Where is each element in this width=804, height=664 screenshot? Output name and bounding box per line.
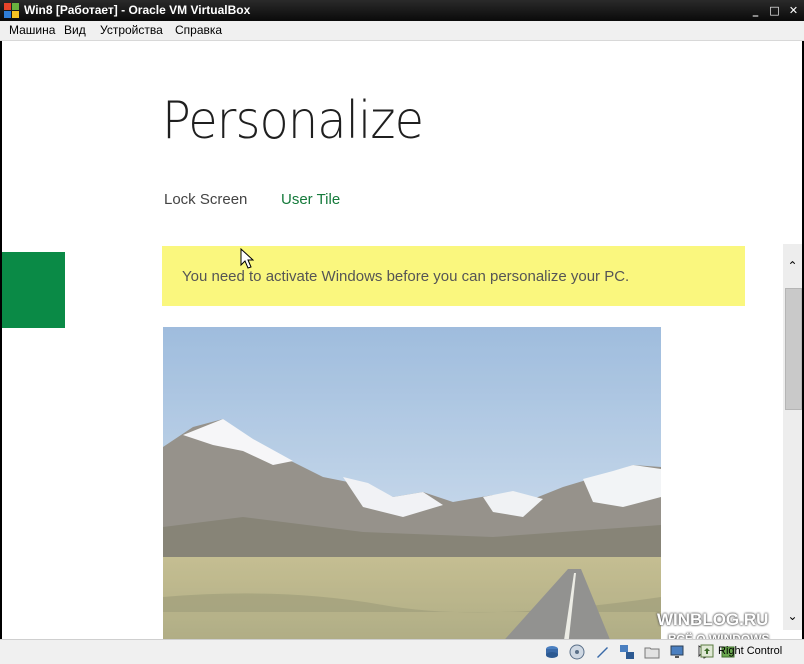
status-bar: Right Control: [0, 639, 804, 664]
minimize-button[interactable]: _: [748, 4, 763, 18]
tab-user-tile[interactable]: User Tile: [281, 191, 340, 208]
host-key-label: Right Control: [718, 645, 783, 657]
watermark-site: WINBLOG.RU: [657, 610, 769, 629]
accent-tile: [2, 252, 65, 328]
window-title: Win8 [Работает] - Oracle VM VirtualBox: [24, 3, 251, 17]
menu-devices[interactable]: Устройства: [100, 23, 163, 37]
shared-folder-icon[interactable]: [644, 644, 660, 660]
cd-icon[interactable]: [569, 644, 585, 660]
menu-machine[interactable]: Машина: [9, 23, 55, 37]
virtualbox-icon: [4, 3, 19, 18]
menu-help[interactable]: Справка: [175, 23, 222, 37]
scroll-up-icon[interactable]: ⌃: [783, 258, 802, 275]
activation-message: You need to activate Windows before you …: [182, 268, 630, 285]
tab-lock-screen[interactable]: Lock Screen: [164, 191, 247, 208]
display-icon[interactable]: [669, 644, 685, 660]
maximize-button[interactable]: □: [767, 4, 782, 18]
scroll-thumb[interactable]: [785, 288, 802, 410]
menu-bar: Машина Вид Устройства Справка: [0, 21, 804, 41]
scroll-down-icon[interactable]: ⌄: [783, 608, 802, 625]
window-controls: _ □ ✕: [744, 3, 801, 18]
guest-screen[interactable]: Personalize Lock Screen User Tile You ne…: [2, 41, 802, 639]
menu-view[interactable]: Вид: [64, 23, 86, 37]
close-button[interactable]: ✕: [786, 4, 801, 18]
usb-icon[interactable]: [594, 644, 610, 660]
vertical-scrollbar[interactable]: ⌃ ⌄: [783, 244, 802, 630]
hdd-icon[interactable]: [544, 644, 560, 660]
page-title: Personalize: [162, 91, 424, 151]
title-bar: Win8 [Работает] - Oracle VM VirtualBox _…: [0, 0, 804, 21]
network-icon[interactable]: [619, 644, 635, 660]
mouse-cursor-icon: [240, 248, 254, 269]
host-key-icon: [700, 644, 714, 658]
lock-screen-image: [163, 327, 661, 639]
